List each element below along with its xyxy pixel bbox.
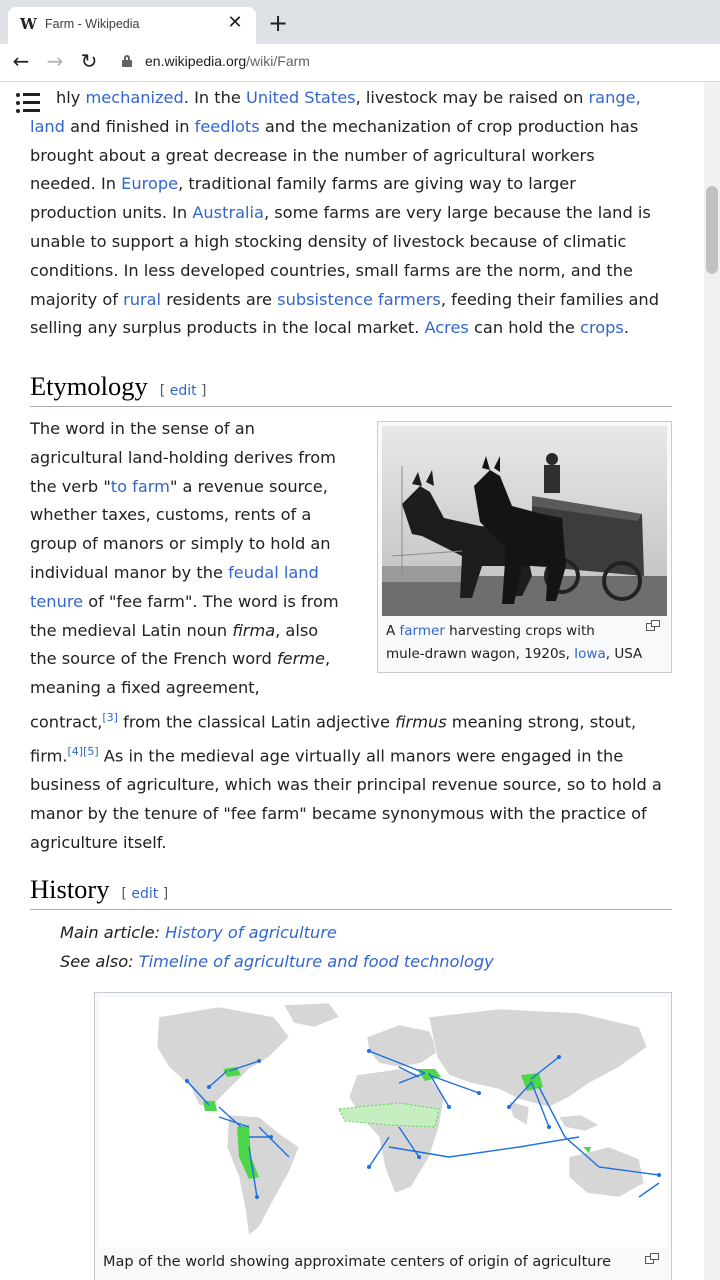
text-run: , feeding their families and [440,289,659,309]
text-run: and finished in [64,116,195,136]
tab-title: Farm - Wikipedia [45,17,140,31]
new-tab-icon[interactable]: + [266,9,290,37]
origin-map-figure: Map of the world showing approximate cen… [94,992,672,1280]
link-europe[interactable]: Europe [121,174,178,193]
text-line: whether taxes, customs, rents of a [30,505,312,525]
enlarge-icon[interactable] [645,1253,659,1264]
text-line: brought about a great decrease in the nu… [30,145,595,165]
text-line: meaning a fixed agreement, [30,678,260,698]
back-arrow-icon[interactable]: ← [8,49,34,73]
farmer-photo[interactable] [382,426,667,616]
link-farmer[interactable]: farmer [400,623,445,639]
page-scrollbar[interactable] [704,82,720,1280]
link-australia[interactable]: Australia [192,203,264,222]
link-crops[interactable]: crops [580,318,624,337]
farmer-figure-caption: A farmer harvesting crops with mule-draw… [386,623,643,662]
text-line: agricultural land-holding derives from [30,447,336,467]
link-history-of-agriculture[interactable]: History of agriculture [165,923,337,942]
see-also-hatnote: See also: Timeline of agriculture and fo… [60,952,494,971]
text-run: and the mechanization of crop production… [259,116,639,136]
url-path: /wiki/Farm [246,53,310,69]
text-line: agriculture itself. [30,832,167,852]
text-run: . [623,318,630,338]
text-run: , livestock may be raised on [355,88,589,107]
text-line: unable to support a high stocking densit… [30,231,627,251]
heading-text: History [30,874,110,904]
text-run: majority of [30,289,124,309]
url-host: en.wikipedia.org [145,53,247,69]
etymology-heading: Etymology [ edit ] [30,369,672,407]
link-acres[interactable]: Acres [424,318,468,337]
link-timeline-of-agriculture[interactable]: Timeline of agriculture and food technol… [139,952,494,971]
text-line: business of agriculture, which was their… [30,775,662,795]
reference-4-5[interactable]: [4][5] [67,745,98,758]
text-line: The word in the sense of an [30,419,255,438]
link-range[interactable]: range, [589,88,641,107]
text-run: , traditional family farms are giving wa… [178,174,576,194]
link-iowa[interactable]: Iowa [574,646,606,662]
text-line: group of manors or simply to hold an [30,534,331,554]
address-bar-row: ← → ↻ en.wikipedia.org/wiki/Farm [0,44,720,82]
intro-paragraph: hly mechanized. In the United States, li… [30,84,672,343]
link-subsistence-farmers[interactable]: subsistence farmers [277,290,441,309]
text-line: conditions. In less developed countries,… [30,260,633,280]
text-run: . In the [183,88,246,107]
text-run: residents are [161,289,278,309]
edit-section-link[interactable]: [ edit ] [160,383,207,399]
heading-text: Etymology [30,371,148,401]
text-run: needed. In [30,174,122,194]
close-tab-icon[interactable]: ✕ [224,12,246,33]
forward-arrow-icon[interactable]: → [42,49,68,73]
world-map-image[interactable] [99,997,667,1247]
text-run: production units. In [30,203,193,223]
article-page: hly mechanized. In the United States, li… [0,82,720,1280]
link-land[interactable]: land [30,117,65,136]
farmer-figure: A farmer harvesting crops with mule-draw… [377,421,672,673]
tab-strip: W Farm - Wikipedia ✕ + [0,0,720,44]
link-mechanized[interactable]: mechanized [85,88,183,107]
history-heading: History [ edit ] [30,872,672,910]
link-to-farm[interactable]: to farm [111,477,170,496]
link-feudal-land-tenure-cont[interactable]: tenure [30,592,83,611]
browser-tab[interactable]: W Farm - Wikipedia ✕ [8,7,256,44]
table-of-contents-icon[interactable] [16,92,40,114]
wikipedia-favicon-icon: W [20,15,37,33]
text-run: selling any surplus products in the loca… [30,318,425,338]
reference-3[interactable]: [3] [102,711,118,724]
link-rural[interactable]: rural [123,290,161,309]
url-field[interactable]: en.wikipedia.org/wiki/Farm [145,53,310,69]
scrollbar-thumb[interactable] [706,186,718,274]
text-run: , some farms are very large because the … [263,203,651,223]
text-run: hly [56,88,86,107]
link-feudal-land-tenure[interactable]: feudal land [228,563,319,582]
link-feedlots[interactable]: feedlots [195,117,260,136]
text-run: can hold the [468,318,581,338]
map-figure-caption: Map of the world showing approximate cen… [103,1254,612,1270]
enlarge-icon[interactable] [646,620,660,631]
edit-section-link[interactable]: [ edit ] [122,886,169,902]
link-united-states[interactable]: United States [246,88,356,107]
main-article-hatnote: Main article: History of agriculture [60,923,337,942]
reload-icon[interactable]: ↻ [76,49,102,73]
text-line: manor by the tenure of "fee farm" became… [30,804,647,824]
lock-icon[interactable] [122,55,132,67]
